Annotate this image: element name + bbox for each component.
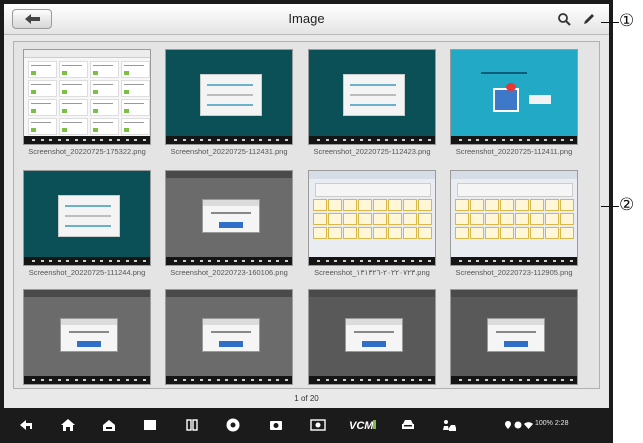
screen: Image Screenshot_20220725-175322.png Scre… [4,4,609,408]
image-thumbnail-item[interactable]: Screenshot_20220723-112905.png [450,170,578,289]
thumb-nav-strip [451,376,577,384]
square-icon[interactable] [142,417,158,433]
nav-back-icon[interactable] [18,417,34,433]
image-thumbnail-item[interactable]: Screenshot_20220723-160106.png [165,170,293,289]
thumb-nav-strip [166,376,292,384]
status-text: 100% 2:28 [535,420,569,427]
image-thumbnail[interactable] [308,49,436,145]
image-thumbnail[interactable] [23,289,151,385]
image-thumbnail[interactable] [165,170,293,266]
thumbnail-caption: Screenshot_20220723-112905.png [455,268,573,277]
image-thumbnail[interactable] [308,289,436,385]
image-thumbnail-item[interactable]: Screenshot_20220725-111244.png [23,170,151,289]
car-icon[interactable] [400,417,416,433]
camera-icon[interactable] [268,417,284,433]
thumbnail-caption: Screenshot_20220723-110508.png [14,387,161,388]
image-thumbnail[interactable] [450,289,578,385]
tablet-frame: Image Screenshot_20220725-175322.png Scre… [0,0,613,443]
location-icon [505,421,511,429]
thumb-nav-strip [309,136,435,144]
home-icon[interactable] [60,417,76,433]
svg-text:VCM: VCM [349,420,374,432]
image-thumbnail[interactable] [308,170,436,266]
image-thumbnail[interactable] [23,49,151,145]
image-thumbnail-item[interactable]: Screenshot_20220725-112431.png [165,49,293,168]
thumb-nav-strip [166,257,292,265]
thumbnail-caption: Screenshot_20220725-175322.png [28,147,146,156]
image-thumbnail-item[interactable]: Screenshot_20220721-033420.png [450,289,578,388]
edit-icon[interactable] [581,11,597,27]
image-thumbnail[interactable] [450,49,578,145]
page-title: Image [288,11,325,26]
image-thumbnail[interactable] [165,289,293,385]
image-thumbnail[interactable] [23,170,151,266]
wifi-icon [524,422,533,429]
vpn-icon [514,421,522,429]
chrome-icon[interactable] [225,417,241,433]
image-thumbnail-item[interactable]: Screenshot_٢٠٢٢٠٧٢٣-١٣١٣٢٦.png [308,170,436,289]
image-thumbnail-item[interactable]: Screenshot_20220723-110508.png [23,289,151,388]
thumbnail-caption: Screenshot_20220721-034508.png [155,387,303,388]
thumb-nav-strip [24,376,150,384]
callout-1-line [601,22,619,23]
image-thumbnail-item[interactable]: Screenshot_20220721-033427.png [308,289,436,388]
thumbnail-caption: Screenshot_20220721-033427.png [298,387,446,388]
image-grid: Screenshot_20220725-175322.png Screenshot… [13,41,600,389]
system-nav-bar: VCM 100% 2:28 [4,410,609,439]
thumbnail-caption: Screenshot_20220725-111244.png [28,268,146,277]
callout-1: ① [619,11,635,31]
image-thumbnail-item[interactable]: Screenshot_20220725-112423.png [308,49,436,168]
thumbnail-caption: Screenshot_20220721-033420.png [440,387,588,388]
screen-record-icon[interactable] [310,417,326,433]
thumb-nav-strip [166,136,292,144]
callout-2-line [601,206,619,207]
thumbnail-caption: Screenshot_20220725-112423.png [313,147,431,156]
callout-2: ② [619,195,635,215]
image-thumbnail[interactable] [165,49,293,145]
thumbnail-caption: Screenshot_20220725-112411.png [455,147,573,156]
thumbnail-caption: Screenshot_20220725-112431.png [170,147,288,156]
thumb-nav-strip [451,136,577,144]
thumb-nav-strip [451,257,577,265]
vcmi-icon[interactable]: VCM [349,417,377,433]
thumbnail-caption: Screenshot_٢٠٢٢٠٧٢٣-١٣١٣٢٦.png [314,268,430,277]
person-car-icon[interactable] [441,417,457,433]
pagination-label: 1 of 20 [294,394,319,403]
thumb-nav-strip [24,136,150,144]
thumb-nav-strip [309,376,435,384]
car-home-icon[interactable] [101,417,117,433]
thumb-nav-strip [309,257,435,265]
image-thumbnail-item[interactable]: Screenshot_20220721-034508.png [165,289,293,388]
search-icon[interactable] [556,11,572,27]
image-thumbnail-item[interactable]: Screenshot_20220725-112411.png [450,49,578,168]
title-bar: Image [4,4,609,35]
image-thumbnail[interactable] [450,170,578,266]
thumb-nav-strip [24,257,150,265]
image-thumbnail-item[interactable]: Screenshot_20220725-175322.png [23,49,151,168]
thumbnail-caption: Screenshot_20220723-160106.png [170,268,288,277]
split-screen-icon[interactable] [184,417,200,433]
